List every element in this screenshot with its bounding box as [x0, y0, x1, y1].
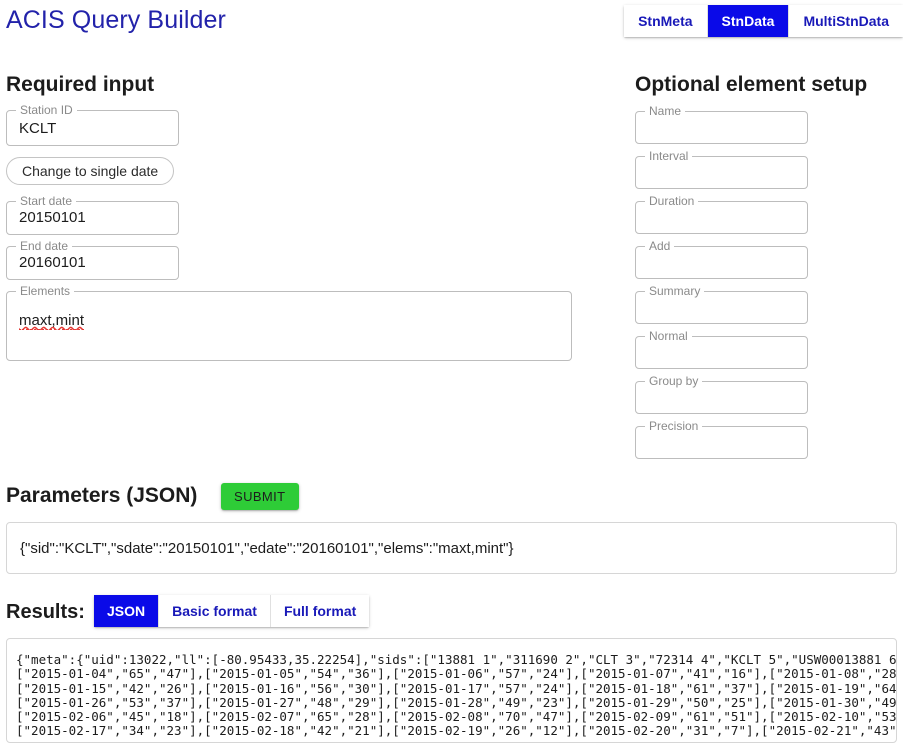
add-label: Add: [645, 239, 675, 253]
tab-stndata[interactable]: StnData: [707, 5, 790, 37]
results-label: Results:: [6, 601, 85, 623]
start-date-field[interactable]: Start date 20150101: [6, 194, 179, 235]
required-input-heading: Required input: [6, 73, 155, 96]
tab-basic-format[interactable]: Basic format: [159, 595, 271, 627]
interval-field[interactable]: Interval: [635, 149, 808, 189]
summary-field[interactable]: Summary: [635, 284, 808, 324]
endpoint-tabs: StnMeta StnData MultiStnData: [624, 5, 903, 37]
end-date-field[interactable]: End date 20160101: [6, 239, 179, 280]
add-field[interactable]: Add: [635, 239, 808, 279]
name-field[interactable]: Name: [635, 104, 808, 144]
results-output-text: {"meta":{"uid":13022,"ll":[-80.95433,35.…: [16, 652, 897, 739]
elements-label: Elements: [16, 284, 75, 298]
station-id-label: Station ID: [16, 103, 77, 117]
duration-field[interactable]: Duration: [635, 194, 808, 234]
tab-json[interactable]: JSON: [94, 595, 160, 627]
interval-label: Interval: [645, 149, 693, 163]
results-output-box[interactable]: {"meta":{"uid":13022,"ll":[-80.95433,35.…: [6, 638, 897, 743]
parameters-json-box[interactable]: {"sid":"KCLT","sdate":"20150101","edate"…: [6, 522, 897, 574]
precision-label: Precision: [645, 419, 703, 433]
group-by-label: Group by: [645, 374, 703, 388]
elements-field[interactable]: Elements maxt,mint: [6, 284, 572, 361]
elements-value: maxt,mint: [19, 312, 85, 330]
name-label: Name: [645, 104, 686, 118]
summary-label: Summary: [645, 284, 705, 298]
page-title: ACIS Query Builder: [6, 6, 226, 34]
normal-label: Normal: [645, 329, 692, 343]
parameters-heading: Parameters (JSON): [6, 484, 198, 507]
tab-full-format[interactable]: Full format: [270, 595, 370, 627]
duration-label: Duration: [645, 194, 699, 208]
precision-field[interactable]: Precision: [635, 419, 808, 459]
optional-setup-heading: Optional element setup: [635, 73, 868, 96]
parameters-json-value: {"sid":"KCLT","sdate":"20150101","edate"…: [20, 540, 514, 557]
tab-stnmeta[interactable]: StnMeta: [624, 5, 708, 37]
group-by-field[interactable]: Group by: [635, 374, 808, 414]
app-root: ACIS Query Builder StnMeta StnData Multi…: [0, 0, 903, 745]
elements-value-wrap: maxt,mint: [7, 292, 571, 330]
submit-button[interactable]: SUBMIT: [221, 483, 299, 510]
start-date-label: Start date: [16, 194, 77, 208]
change-to-single-date-button[interactable]: Change to single date: [6, 157, 175, 185]
tab-multistndata[interactable]: MultiStnData: [789, 5, 903, 37]
end-date-label: End date: [16, 239, 73, 253]
results-format-tabs: JSON Basic format Full format: [94, 595, 370, 627]
normal-field[interactable]: Normal: [635, 329, 808, 369]
station-id-field[interactable]: Station ID KCLT: [6, 103, 179, 146]
